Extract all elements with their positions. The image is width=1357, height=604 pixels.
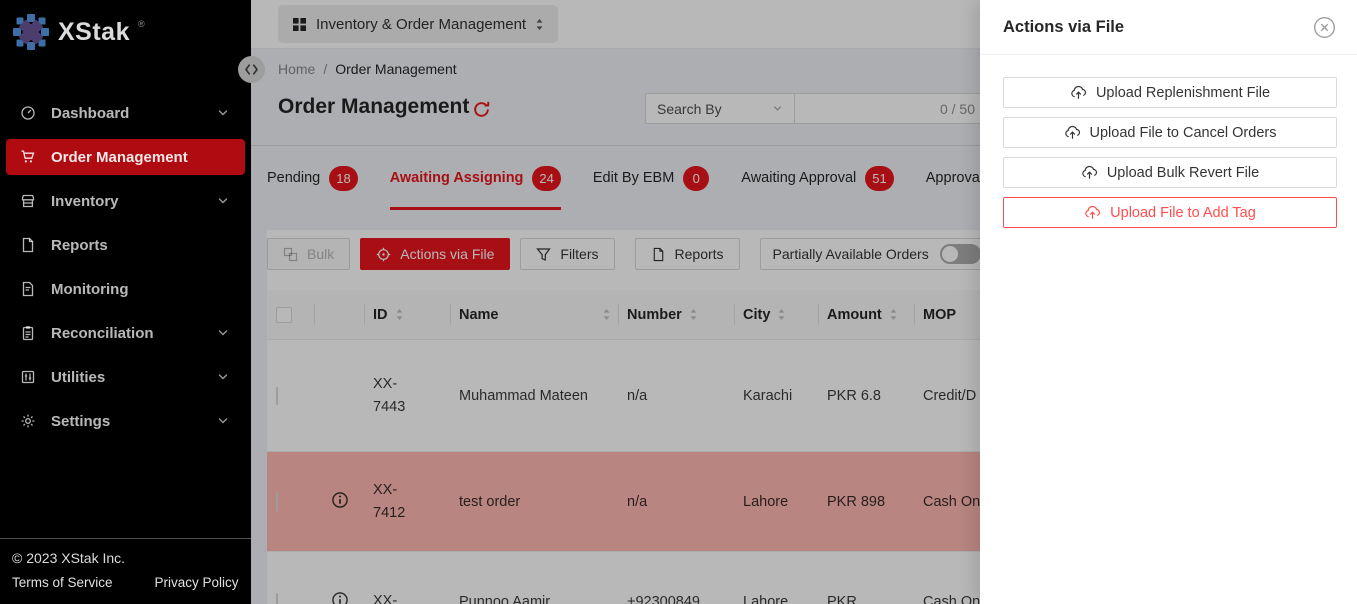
sidebar-footer: © 2023 XStak Inc. Terms of Service Priva… (0, 538, 251, 604)
cloud-upload-icon (1081, 164, 1098, 181)
app-root: XStak ® Dashboard Order Management (0, 0, 1357, 604)
chevron-down-icon (217, 107, 229, 119)
gear-icon (20, 413, 36, 429)
drawer-title: Actions via File (1003, 18, 1124, 37)
brand-reg-mark: ® (138, 19, 145, 29)
cloud-upload-icon (1064, 124, 1081, 141)
sidebar-item-utilities[interactable]: Utilities (6, 359, 245, 395)
sidebar-item-monitoring[interactable]: Monitoring (6, 271, 245, 307)
file-icon (20, 237, 36, 253)
close-icon[interactable] (1313, 16, 1336, 39)
collapse-chevrons-icon (245, 64, 258, 75)
sliders-icon (20, 369, 36, 385)
cart-icon (20, 149, 36, 165)
terms-of-service-link[interactable]: Terms of Service (12, 575, 113, 590)
chevron-down-icon (217, 327, 229, 339)
chevron-down-icon (217, 415, 229, 427)
sidebar-item-reconciliation[interactable]: Reconciliation (6, 315, 245, 351)
sidebar-nav: Dashboard Order Management Inventory (0, 95, 251, 439)
sidebar-collapse-button[interactable] (238, 56, 265, 83)
xstak-logo-icon (12, 13, 50, 51)
drawer-header: Actions via File (980, 0, 1357, 55)
sidebar-item-settings[interactable]: Settings (6, 403, 245, 439)
drawer-body: Upload Replenishment File Upload File to… (980, 55, 1357, 228)
shop-icon (20, 193, 36, 209)
chevron-down-icon (217, 371, 229, 383)
sidebar: XStak ® Dashboard Order Management (0, 0, 251, 604)
brand-name: XStak (58, 13, 130, 51)
cloud-upload-icon (1084, 204, 1101, 221)
upload-bulk-revert-file-button[interactable]: Upload Bulk Revert File (1003, 157, 1337, 188)
sidebar-item-order-management[interactable]: Order Management (6, 139, 245, 175)
clipboard-icon (20, 325, 36, 341)
copyright-text: © 2023 XStak Inc. (12, 550, 239, 566)
sidebar-item-dashboard[interactable]: Dashboard (6, 95, 245, 131)
dashboard-icon (20, 105, 36, 121)
upload-replenishment-file-button[interactable]: Upload Replenishment File (1003, 77, 1337, 108)
sidebar-item-inventory[interactable]: Inventory (6, 183, 245, 219)
sidebar-item-reports[interactable]: Reports (6, 227, 245, 263)
upload-file-to-add-tag-button[interactable]: Upload File to Add Tag (1003, 197, 1337, 228)
monitoring-icon (20, 281, 36, 297)
logo[interactable]: XStak ® (12, 13, 251, 51)
chevron-down-icon (217, 195, 229, 207)
privacy-policy-link[interactable]: Privacy Policy (155, 575, 239, 590)
upload-file-to-cancel-orders-button[interactable]: Upload File to Cancel Orders (1003, 117, 1337, 148)
cloud-upload-icon (1070, 84, 1087, 101)
actions-via-file-drawer: Actions via File Upload Replenishment Fi… (980, 0, 1357, 604)
